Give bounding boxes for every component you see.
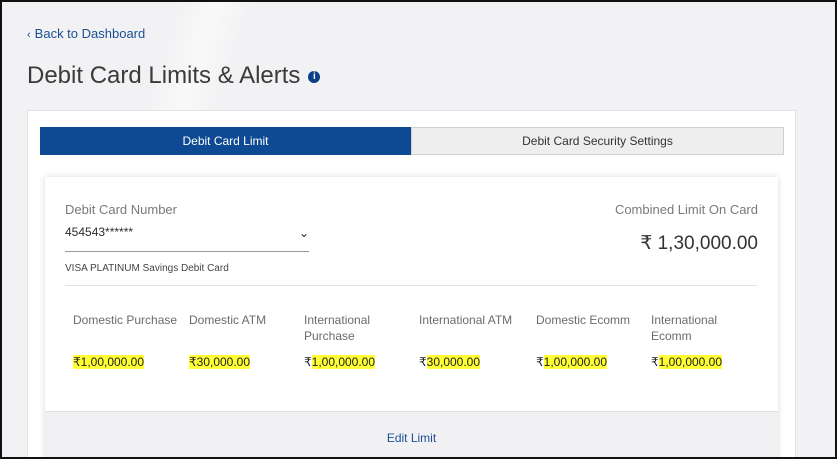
currency-symbol: ₹: [304, 355, 312, 369]
tab-debit-card-security-settings[interactable]: Debit Card Security Settings: [411, 127, 784, 155]
limit-amount: 1,00,000.00: [543, 355, 608, 369]
limits-panel: Debit Card Limit Debit Card Security Set…: [27, 110, 796, 457]
edit-limit-button[interactable]: Edit Limit: [387, 431, 436, 445]
limit-name: Domestic ATM: [189, 313, 267, 327]
limit-value: ₹1,00,000.00: [304, 355, 376, 369]
card-number-select[interactable]: 454543******: [65, 225, 133, 239]
limit-value: ₹30,000.00: [189, 355, 251, 369]
limit-value: ₹1,00,000.00: [651, 355, 723, 369]
edit-limit-bar: Edit Limit: [45, 411, 778, 457]
select-underline: [65, 251, 309, 252]
limit-name: Domestic Ecomm: [536, 313, 631, 327]
currency-symbol: ₹: [419, 355, 427, 369]
page-title-text: Debit Card Limits & Alerts: [27, 62, 301, 89]
limit-amount: 1,00,000.00: [311, 355, 376, 369]
limit-domestic-ecomm: Domestic Ecomm ₹1,00,000.00: [536, 312, 636, 369]
section-divider: [65, 285, 757, 286]
limit-name: Domestic Purchase: [73, 313, 178, 327]
limit-amount: 30,000.00: [426, 355, 481, 369]
combined-limit-label: Combined Limit On Card: [614, 202, 758, 217]
debit-card-limit-card: Debit Card Number 454543****** ⌄ VISA PL…: [45, 177, 778, 457]
limit-amount: 1,00,000.00: [80, 355, 145, 369]
limit-name: International Ecomm: [651, 313, 718, 343]
limit-value: ₹30,000.00: [419, 355, 481, 369]
back-to-dashboard-link[interactable]: ‹ Back to Dashboard: [27, 26, 145, 41]
back-label: Back to Dashboard: [34, 26, 146, 41]
limit-name: International ATM: [419, 313, 513, 327]
limits-row: Domestic Purchase ₹1,00,000.00 Domestic …: [73, 312, 773, 372]
info-icon[interactable]: i: [308, 71, 321, 83]
limit-amount: 30,000.00: [196, 355, 251, 369]
limit-domestic-atm: Domestic ATM ₹30,000.00: [189, 312, 289, 369]
limit-international-atm: International ATM ₹30,000.00: [419, 312, 529, 369]
page-title: Debit Card Limits & Alerts i: [27, 62, 321, 90]
card-number-label: Debit Card Number: [65, 202, 177, 217]
limit-international-purchase: International Purchase ₹1,00,000.00: [304, 312, 394, 369]
currency-symbol: ₹: [73, 355, 81, 369]
currency-symbol: ₹: [536, 355, 544, 369]
currency-symbol: ₹: [651, 355, 659, 369]
limit-international-ecomm: International Ecomm ₹1,00,000.00: [651, 312, 741, 369]
chevron-left-icon: ‹: [27, 29, 31, 41]
app-frame: ‹ Back to Dashboard Debit Card Limits & A…: [0, 0, 837, 459]
tab-debit-card-limit[interactable]: Debit Card Limit: [40, 127, 411, 155]
tab-bar: Debit Card Limit Debit Card Security Set…: [40, 127, 784, 155]
limit-value: ₹1,00,000.00: [536, 355, 608, 369]
limit-value: ₹1,00,000.00: [73, 355, 145, 369]
chevron-down-icon[interactable]: ⌄: [299, 226, 309, 240]
limit-domestic-purchase: Domestic Purchase ₹1,00,000.00: [73, 312, 183, 369]
card-type-label: VISA PLATINUM Savings Debit Card: [65, 263, 229, 274]
combined-limit-value: ₹ 1,30,000.00: [640, 233, 758, 254]
limit-name: International Purchase: [304, 313, 371, 343]
currency-symbol: ₹: [189, 355, 197, 369]
limit-amount: 1,00,000.00: [658, 355, 723, 369]
